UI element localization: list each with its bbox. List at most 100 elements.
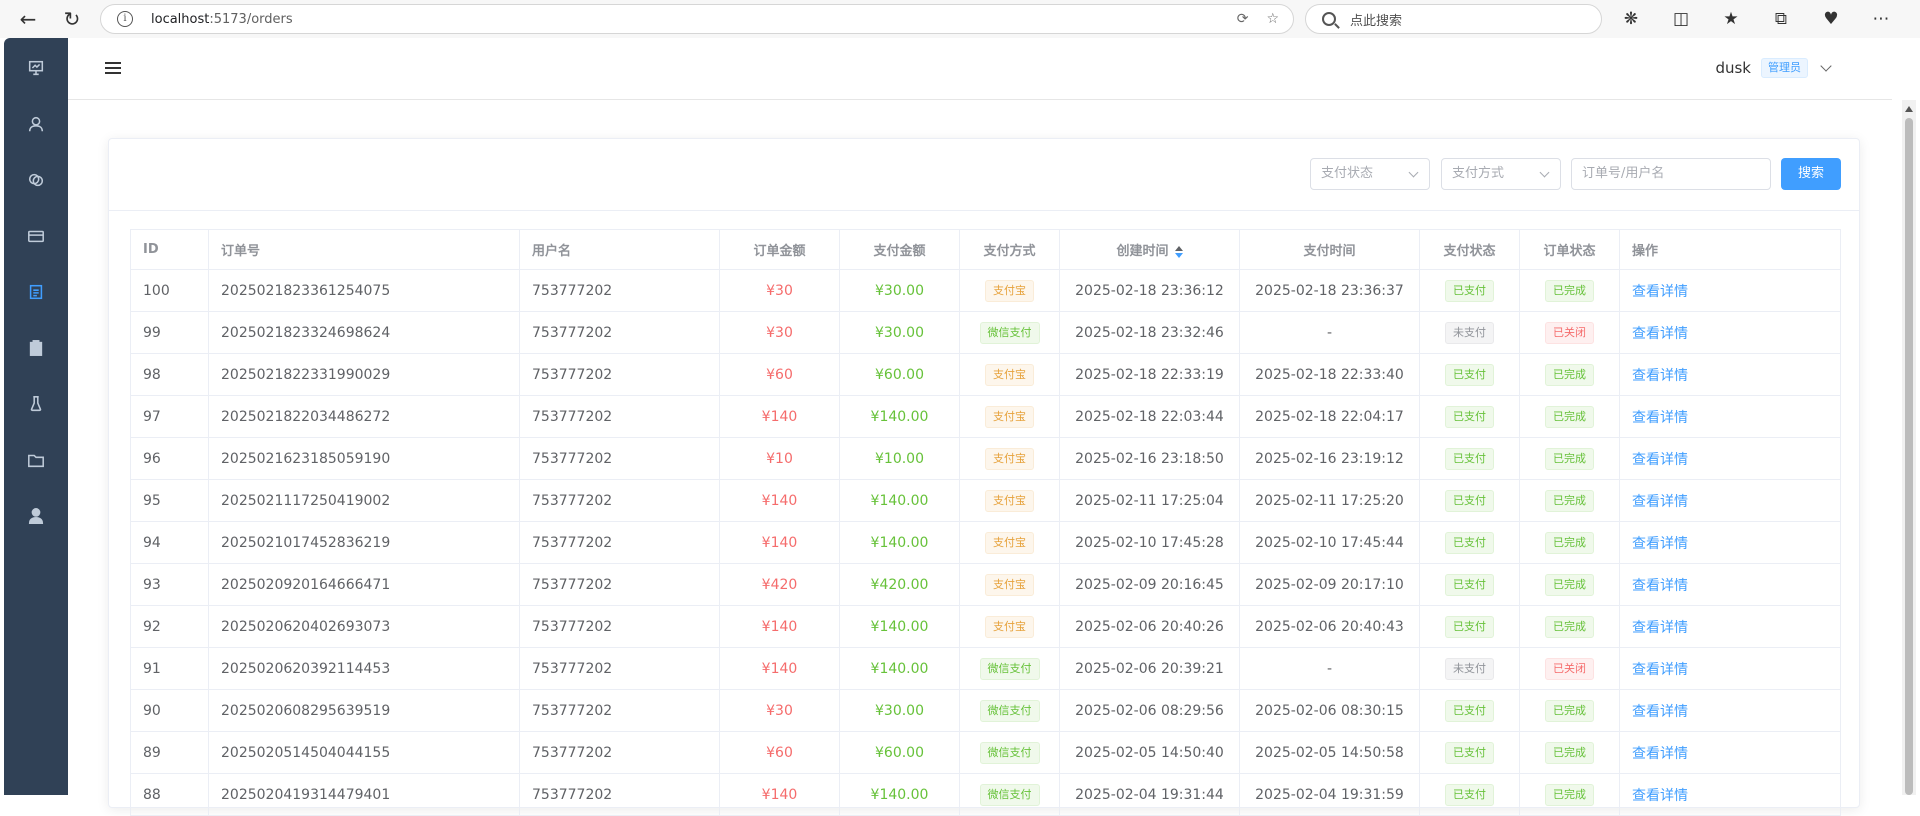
- browser-essentials-icon[interactable]: ♥: [1820, 8, 1842, 30]
- pay-method-tag: 支付宝: [985, 279, 1034, 302]
- cell-order-amount: ¥60: [719, 353, 840, 396]
- view-details-link[interactable]: 查看详情: [1632, 326, 1688, 342]
- extensions-icon[interactable]: ❋: [1620, 8, 1642, 30]
- cell-paid-at: 2025-02-18 22:04:17: [1239, 395, 1420, 438]
- order-status-tag: 已完成: [1545, 279, 1594, 302]
- view-details-link[interactable]: 查看详情: [1632, 746, 1688, 762]
- pay-status-tag: 已支付: [1445, 741, 1494, 764]
- cell-created-at: 2025-02-18 22:03:44: [1059, 395, 1240, 438]
- search-button[interactable]: 搜索: [1781, 158, 1841, 190]
- cell-order-status: 已完成: [1519, 437, 1620, 480]
- cell-username: 753777202: [519, 311, 720, 354]
- sort-icon[interactable]: [1174, 245, 1183, 258]
- view-details-link[interactable]: 查看详情: [1632, 368, 1688, 384]
- cell-order-no: 2025020620402693073: [208, 605, 520, 648]
- pay-status-tag: 已支付: [1445, 363, 1494, 386]
- cell-paid-at: 2025-02-05 14:50:58: [1239, 731, 1420, 774]
- cell-id: 89: [130, 731, 209, 774]
- scrollbar-thumb[interactable]: [1905, 118, 1913, 795]
- view-details-link[interactable]: 查看详情: [1632, 620, 1688, 636]
- favorites-icon[interactable]: ★: [1720, 8, 1742, 30]
- order-status-tag: 已完成: [1545, 699, 1594, 722]
- more-menu-icon[interactable]: ⋯: [1870, 8, 1892, 30]
- chevron-down-icon[interactable]: [1820, 59, 1832, 72]
- user-dropdown[interactable]: dusk 管理员: [1715, 58, 1832, 78]
- table-row: 94 2025021017452836219 753777202 ¥140 ¥140.0…: [130, 521, 1841, 564]
- back-arrow-icon[interactable]: ←: [14, 5, 42, 33]
- cell-order-no: 2025021623185059190: [208, 437, 520, 480]
- cell-username: 753777202: [519, 437, 720, 480]
- view-details-link[interactable]: 查看详情: [1632, 578, 1688, 594]
- role-badge: 管理员: [1761, 58, 1808, 78]
- chat-icon[interactable]: [4, 160, 68, 200]
- flask-icon[interactable]: [4, 384, 68, 424]
- credit-card-icon[interactable]: [4, 216, 68, 256]
- cell-pay-method: 支付宝: [959, 521, 1060, 564]
- view-details-link[interactable]: 查看详情: [1632, 284, 1688, 300]
- header-paid-at: 支付时间: [1239, 229, 1420, 270]
- cell-pay-method: 微信支付: [959, 647, 1060, 690]
- cell-pay-amount: ¥420.00: [839, 563, 960, 606]
- menu-toggle-icon[interactable]: [105, 62, 121, 76]
- address-bar[interactable]: i localhost:5173/orders ⟳ ☆: [100, 4, 1294, 34]
- view-details-link[interactable]: 查看详情: [1632, 410, 1688, 426]
- view-details-link[interactable]: 查看详情: [1632, 704, 1688, 720]
- collections-icon[interactable]: ⧉: [1770, 8, 1792, 30]
- favorite-star-icon[interactable]: ☆: [1266, 11, 1279, 27]
- cell-pay-status: 已支付: [1419, 563, 1520, 606]
- view-details-link[interactable]: 查看详情: [1632, 662, 1688, 678]
- cell-actions: 查看详情: [1619, 479, 1841, 522]
- translate-icon[interactable]: ⟳: [1237, 11, 1249, 27]
- cell-order-no: 2025021117250419002: [208, 479, 520, 522]
- person-icon[interactable]: [4, 496, 68, 536]
- view-details-link[interactable]: 查看详情: [1632, 788, 1688, 804]
- table-row: 96 2025021623185059190 753777202 ¥10 ¥10.00 支…: [130, 437, 1841, 480]
- cell-order-amount: ¥30: [719, 269, 840, 312]
- scroll-up-arrow-icon[interactable]: [1905, 106, 1913, 112]
- table-row: 100 2025021823361254075 753777202 ¥30 ¥30.00…: [130, 269, 1841, 312]
- vertical-scrollbar[interactable]: [1902, 100, 1916, 795]
- pay-method-select[interactable]: 支付方式: [1441, 158, 1561, 190]
- site-info-icon[interactable]: i: [117, 11, 133, 27]
- folder-icon[interactable]: [4, 440, 68, 480]
- view-details-link[interactable]: 查看详情: [1632, 452, 1688, 468]
- split-screen-icon[interactable]: ◫: [1670, 8, 1692, 30]
- cell-username: 753777202: [519, 395, 720, 438]
- cell-order-amount: ¥60: [719, 731, 840, 774]
- view-details-link[interactable]: 查看详情: [1632, 536, 1688, 552]
- cell-pay-method: 微信支付: [959, 311, 1060, 354]
- cell-paid-at: 2025-02-06 08:30:15: [1239, 689, 1420, 732]
- view-details-link[interactable]: 查看详情: [1632, 494, 1688, 510]
- cell-actions: 查看详情: [1619, 689, 1841, 732]
- pay-method-tag: 微信支付: [979, 321, 1040, 344]
- dashboard-icon[interactable]: [4, 48, 68, 88]
- cell-pay-amount: ¥140.00: [839, 395, 960, 438]
- cell-created-at: 2025-02-11 17:25:04: [1059, 479, 1240, 522]
- cell-created-at: 2025-02-18 23:36:12: [1059, 269, 1240, 312]
- cell-paid-at: -: [1239, 647, 1420, 690]
- cell-created-at: 2025-02-05 14:50:40: [1059, 731, 1240, 774]
- keyword-input[interactable]: 订单号/用户名: [1571, 158, 1771, 190]
- table-row: 93 2025020920164666471 753777202 ¥420 ¥420.0…: [130, 563, 1841, 606]
- refresh-icon[interactable]: ↻: [58, 5, 86, 33]
- cell-pay-amount: ¥140.00: [839, 647, 960, 690]
- cell-order-status: 已完成: [1519, 731, 1620, 774]
- pay-method-tag: 支付宝: [985, 447, 1034, 470]
- header-created-at[interactable]: 创建时间: [1059, 229, 1240, 270]
- clipboard-icon[interactable]: [4, 328, 68, 368]
- cell-paid-at: 2025-02-18 23:36:37: [1239, 269, 1420, 312]
- orders-document-icon[interactable]: [4, 272, 68, 312]
- cell-pay-method: 支付宝: [959, 395, 1060, 438]
- cell-username: 753777202: [519, 563, 720, 606]
- browser-search-bar[interactable]: 点此搜索: [1305, 4, 1602, 34]
- cell-order-status: 已完成: [1519, 605, 1620, 648]
- cell-created-at: 2025-02-09 20:16:45: [1059, 563, 1240, 606]
- user-icon[interactable]: [4, 104, 68, 144]
- cell-actions: 查看详情: [1619, 605, 1841, 648]
- header-pay-amount: 支付金额: [839, 229, 960, 270]
- cell-id: 94: [130, 521, 209, 564]
- pay-status-select[interactable]: 支付状态: [1310, 158, 1430, 190]
- cell-order-status: 已完成: [1519, 563, 1620, 606]
- header-order-no: 订单号: [208, 229, 520, 270]
- table-header-row: ID 订单号 用户名 订单金额 支付金额 支付方式 创建时间 支付时间 支付状态…: [130, 229, 1841, 270]
